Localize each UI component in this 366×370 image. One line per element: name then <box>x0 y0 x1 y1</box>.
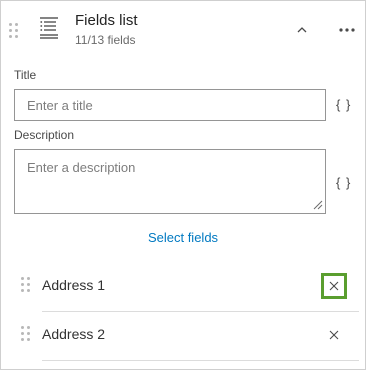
remove-field-button[interactable] <box>321 322 347 348</box>
drag-handle-icon[interactable] <box>21 277 33 295</box>
panel-header[interactable]: Fields list 11/13 fields <box>1 1 365 59</box>
list-item[interactable]: Address 2 <box>1 310 365 360</box>
list-icon <box>40 17 58 39</box>
drag-handle-icon[interactable] <box>9 23 21 41</box>
description-expression-button[interactable]: { } <box>336 175 351 190</box>
title-label: Title <box>14 68 37 82</box>
list-item[interactable]: Address 1 <box>1 261 365 311</box>
title-input[interactable] <box>14 89 326 121</box>
field-label: Address 2 <box>42 326 106 342</box>
chevron-up-icon[interactable] <box>293 21 311 39</box>
close-icon <box>329 281 339 291</box>
field-count: 11/13 fields <box>75 33 136 47</box>
divider <box>42 360 359 361</box>
remove-field-button[interactable] <box>321 273 347 299</box>
field-label: Address 1 <box>42 277 106 293</box>
title-expression-button[interactable]: { } <box>336 97 351 112</box>
resize-grip-icon[interactable] <box>313 200 323 210</box>
more-horizontal-icon[interactable] <box>337 21 357 39</box>
drag-handle-icon[interactable] <box>21 326 33 344</box>
select-fields-link[interactable]: Select fields <box>1 230 365 245</box>
close-icon <box>329 330 339 340</box>
fields-list-panel: Fields list 11/13 fields Title { } Descr… <box>0 0 366 370</box>
panel-title: Fields list <box>75 12 138 29</box>
description-label: Description <box>14 128 75 142</box>
description-input[interactable] <box>14 149 326 214</box>
